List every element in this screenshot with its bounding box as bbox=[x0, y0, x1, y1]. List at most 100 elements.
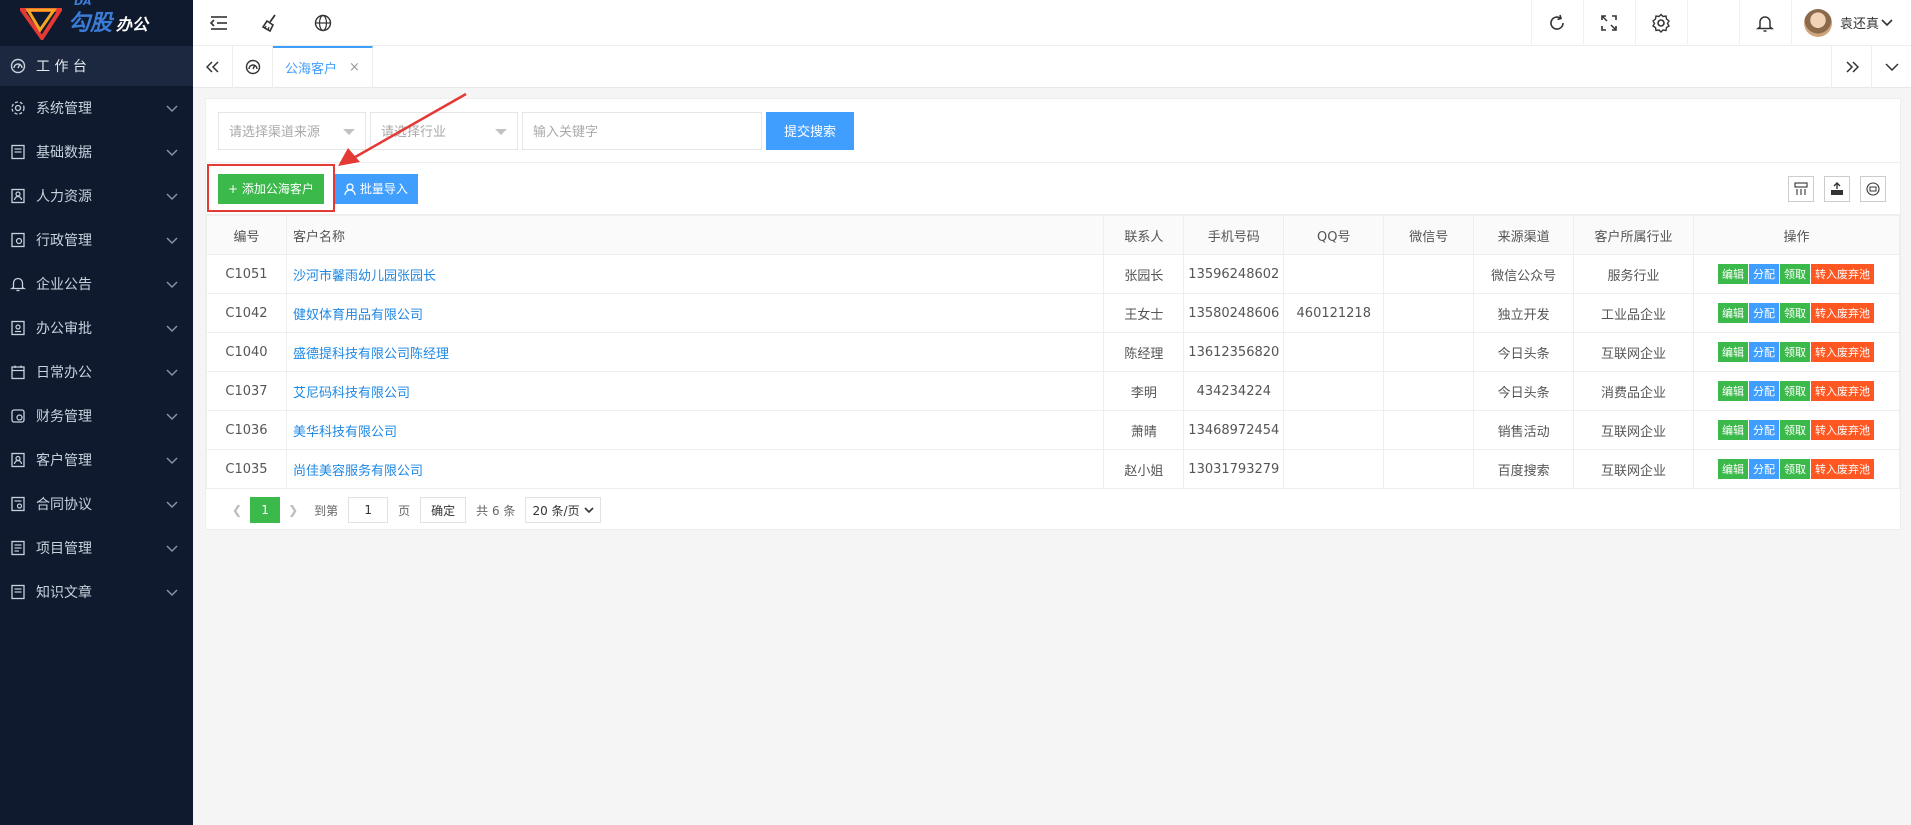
tab-public-customers[interactable]: 公海客户 × bbox=[273, 45, 373, 88]
customer-name-link[interactable]: 尚佳美容服务有限公司 bbox=[285, 449, 1105, 489]
logo-triangle-icon bbox=[20, 8, 62, 40]
page-current[interactable]: 1 bbox=[250, 497, 281, 523]
edit-button[interactable]: 编辑 bbox=[1718, 303, 1748, 323]
sidebar-item-label: 项目管理 bbox=[36, 541, 92, 557]
clear-cache-button[interactable] bbox=[245, 0, 297, 46]
tab-home[interactable] bbox=[233, 45, 273, 88]
claim-button[interactable]: 领取 bbox=[1780, 381, 1810, 401]
avatar bbox=[1803, 8, 1832, 37]
columns-icon bbox=[1794, 181, 1808, 195]
columns-filter-button[interactable] bbox=[1788, 175, 1814, 202]
close-icon[interactable]: × bbox=[349, 60, 360, 75]
sidebar-item-admin[interactable]: 行政管理 bbox=[0, 218, 193, 262]
assign-button[interactable]: 分配 bbox=[1749, 303, 1779, 323]
table-cell: 消费品企业 bbox=[1573, 371, 1695, 411]
chevron-down-icon bbox=[166, 589, 178, 596]
edit-button[interactable]: 编辑 bbox=[1718, 264, 1748, 284]
table-cell: 赵小姐 bbox=[1103, 449, 1185, 489]
move-to-trash-pool-button[interactable]: 转入废弃池 bbox=[1811, 342, 1874, 362]
sidebar-item-finance[interactable]: 财务管理 bbox=[0, 394, 193, 438]
export-button[interactable] bbox=[1824, 175, 1850, 202]
claim-button[interactable]: 领取 bbox=[1780, 264, 1810, 284]
sidebar-item-bell[interactable]: 企业公告 bbox=[0, 262, 193, 306]
refresh-button[interactable] bbox=[1530, 0, 1583, 46]
sidebar-item-calendar[interactable]: 日常办公 bbox=[0, 350, 193, 394]
table-cell: 互联网企业 bbox=[1573, 410, 1695, 450]
prev-page-icon[interactable]: ❮ bbox=[232, 503, 242, 517]
assign-button[interactable]: 分配 bbox=[1749, 420, 1779, 440]
table-cell: 张园长 bbox=[1103, 254, 1185, 294]
assign-button[interactable]: 分配 bbox=[1749, 381, 1779, 401]
collapse-menu-button[interactable] bbox=[193, 0, 245, 46]
goto-page-input[interactable]: 1 bbox=[348, 497, 389, 523]
move-to-trash-pool-button[interactable]: 转入废弃池 bbox=[1811, 264, 1874, 284]
claim-button[interactable]: 领取 bbox=[1780, 303, 1810, 323]
customer-name-link[interactable]: 美华科技有限公司 bbox=[285, 410, 1105, 450]
customer-name-link[interactable]: 艾尼码科技有限公司 bbox=[285, 371, 1105, 411]
assign-button[interactable]: 分配 bbox=[1749, 459, 1779, 479]
move-to-trash-pool-button[interactable]: 转入废弃池 bbox=[1811, 381, 1874, 401]
keyword-input[interactable]: 输入关键字 bbox=[522, 111, 762, 150]
batch-import-button[interactable]: 批量导入 bbox=[333, 173, 418, 204]
settings-button[interactable] bbox=[1634, 0, 1687, 46]
column-header: 微信号 bbox=[1383, 215, 1475, 255]
edit-button[interactable]: 编辑 bbox=[1718, 459, 1748, 479]
edit-button[interactable]: 编辑 bbox=[1718, 381, 1748, 401]
logo-suffix: 办公 bbox=[116, 15, 149, 34]
table-cell bbox=[1383, 371, 1475, 411]
spacer-slot bbox=[1686, 0, 1739, 46]
calendar-icon bbox=[10, 364, 26, 380]
move-to-trash-pool-button[interactable]: 转入废弃池 bbox=[1811, 459, 1874, 479]
sidebar-item-label: 日常办公 bbox=[36, 365, 92, 381]
claim-button[interactable]: 领取 bbox=[1780, 459, 1810, 479]
claim-button[interactable]: 领取 bbox=[1780, 420, 1810, 440]
indent-icon bbox=[210, 15, 227, 30]
sidebar-item-label: 基础数据 bbox=[36, 145, 92, 161]
customer-name-link[interactable]: 健奴体育用品有限公司 bbox=[285, 293, 1105, 333]
table-cell: 工业品企业 bbox=[1573, 293, 1695, 333]
table-cell bbox=[1383, 293, 1475, 333]
sidebar-item-customer[interactable]: 客户管理 bbox=[0, 438, 193, 482]
sidebar-item-project[interactable]: 项目管理 bbox=[0, 526, 193, 570]
customer-name-link[interactable]: 沙河市馨雨幼儿园张园长 bbox=[285, 254, 1105, 294]
user-menu[interactable]: 袁还真 bbox=[1790, 0, 1911, 46]
print-button[interactable] bbox=[1860, 175, 1886, 202]
sidebar-item-contract[interactable]: 合同协议 bbox=[0, 482, 193, 526]
sidebar-item-workbench[interactable]: 工 作 台 bbox=[0, 46, 193, 86]
page-size-value: 20 条/页 bbox=[532, 503, 580, 518]
tabs-scroll-left-button[interactable] bbox=[193, 45, 233, 88]
sidebar-item-user-card[interactable]: 人力资源 bbox=[0, 174, 193, 218]
notifications-button[interactable] bbox=[1738, 0, 1791, 46]
move-to-trash-pool-button[interactable]: 转入废弃池 bbox=[1811, 420, 1874, 440]
sidebar-item-gear[interactable]: 系统管理 bbox=[0, 86, 193, 130]
claim-button[interactable]: 领取 bbox=[1780, 342, 1810, 362]
channel-select-placeholder: 请选择渠道来源 bbox=[229, 125, 321, 140]
chevron-down-icon bbox=[166, 457, 178, 464]
edit-button[interactable]: 编辑 bbox=[1718, 342, 1748, 362]
search-submit-button[interactable]: 提交搜索 bbox=[766, 111, 855, 150]
row-actions: 编辑 分配 领取 转入废弃池 bbox=[1693, 410, 1900, 450]
page-size-select[interactable]: 20 条/页 bbox=[525, 497, 601, 523]
tabs-scroll-right-button[interactable] bbox=[1831, 45, 1871, 88]
table-cell bbox=[1283, 449, 1385, 489]
sidebar: DA 勾股 办公 工 作 台 系统管理基础数据人力资源 行政管理 企业公告 办公审批日常… bbox=[0, 0, 193, 825]
row-actions: 编辑 分配 领取 转入废弃池 bbox=[1693, 449, 1900, 489]
edit-button[interactable]: 编辑 bbox=[1718, 420, 1748, 440]
customer-name-link[interactable]: 盛德提科技有限公司陈经理 bbox=[285, 332, 1105, 372]
table-row: C1051 沙河市馨雨幼儿园张园长 张园长 13596248602 微信公众号 服务行业编… bbox=[206, 254, 1900, 294]
sidebar-item-approval[interactable]: 办公审批 bbox=[0, 306, 193, 350]
sidebar-item-article[interactable]: 知识文章 bbox=[0, 570, 193, 614]
website-button[interactable] bbox=[297, 0, 349, 46]
fullscreen-button[interactable] bbox=[1582, 0, 1635, 46]
next-page-icon[interactable]: ❯ bbox=[288, 503, 298, 517]
sidebar-item-label: 系统管理 bbox=[36, 101, 92, 117]
goto-confirm-button[interactable]: 确定 bbox=[420, 497, 467, 523]
assign-button[interactable]: 分配 bbox=[1749, 264, 1779, 284]
logo[interactable]: DA 勾股 办公 bbox=[0, 0, 193, 46]
tabs-menu-button[interactable] bbox=[1871, 45, 1911, 88]
refresh-icon bbox=[1550, 14, 1565, 30]
sidebar-item-label: 客户管理 bbox=[36, 453, 92, 469]
assign-button[interactable]: 分配 bbox=[1749, 342, 1779, 362]
sidebar-item-database[interactable]: 基础数据 bbox=[0, 130, 193, 174]
move-to-trash-pool-button[interactable]: 转入废弃池 bbox=[1811, 303, 1874, 323]
